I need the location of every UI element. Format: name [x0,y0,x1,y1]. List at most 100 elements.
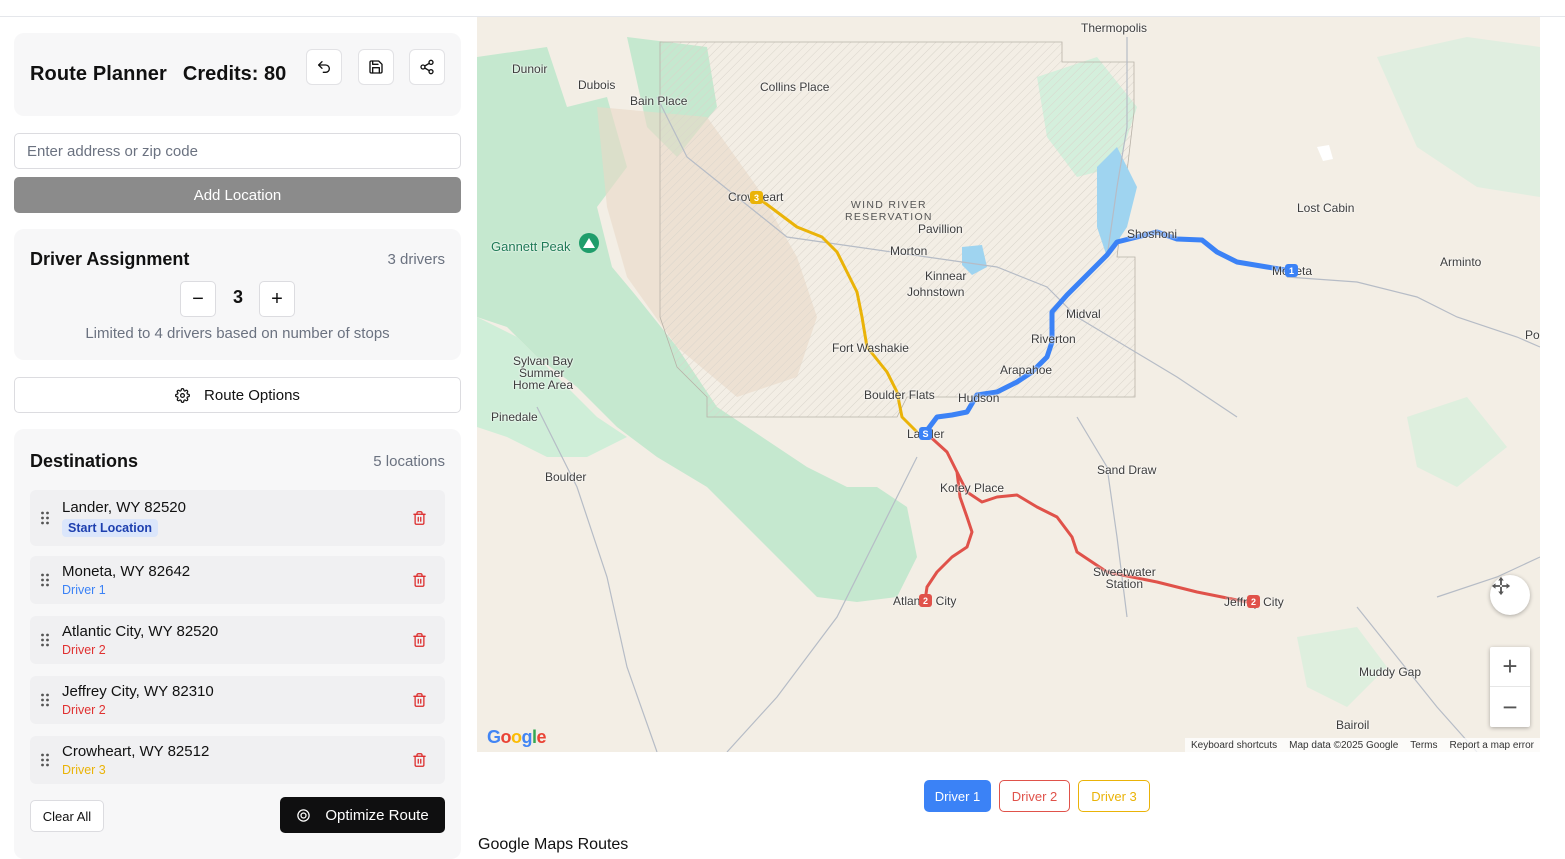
destination-item[interactable]: Moneta, WY 82642 Driver 1 [30,556,445,604]
map-label: Arminto [1440,255,1482,269]
save-button[interactable] [358,49,394,85]
driver1-tab[interactable]: Driver 1 [924,780,991,812]
drag-handle-icon[interactable] [40,510,50,526]
driver-count-text: 3 drivers [387,251,445,268]
map-label: Collins Place [760,80,830,94]
left-panel: Route Planner Credits: 80 Add Location D… [14,33,461,859]
destinations-card: Destinations 5 locations Lander, WY 8252… [14,429,461,859]
trash-icon[interactable] [412,511,427,526]
destination-driver: Driver 1 [62,583,106,597]
share-button[interactable] [409,49,445,85]
driver-count-value: 3 [232,287,243,307]
drag-handle-icon[interactable] [40,752,50,768]
map-label: Pinedale [491,410,538,424]
trash-icon[interactable] [412,693,427,708]
map-label: Fort Washakie [832,341,909,355]
reservation-label-line1: WIND RIVER [850,199,927,211]
destination-item[interactable]: Lander, WY 82520 Start Location [30,490,445,546]
reservation-label: WIND RIVER RESERVATION [845,199,933,223]
destination-item[interactable]: Jeffrey City, WY 82310 Driver 2 [30,676,445,724]
destination-name: Crowheart, WY 82512 [62,743,210,760]
trash-icon[interactable] [412,753,427,768]
destination-driver: Driver 2 [62,703,106,717]
keyboard-shortcuts-link[interactable]: Keyboard shortcuts [1191,740,1277,751]
zoom-in-button[interactable]: + [1490,647,1530,687]
top-bar [0,0,1565,17]
map-label: Kinnear [925,269,967,283]
driver1-stop-marker[interactable]: 1 [1285,264,1298,277]
driver3-tab[interactable]: Driver 3 [1078,780,1150,812]
undo-button[interactable] [306,49,342,85]
destination-driver: Driver 2 [62,643,106,657]
driver2-stop-marker[interactable]: 2 [1247,595,1260,608]
fullscreen-button[interactable] [1490,575,1530,615]
destination-name: Lander, WY 82520 [62,499,186,516]
map-label: Lost Cabin [1297,201,1355,215]
map-label-line: Station [1105,577,1144,591]
map-label: Dunoir [512,62,548,76]
destinations-title: Destinations [30,451,139,471]
terms-link[interactable]: Terms [1410,740,1437,751]
decrement-drivers-button[interactable]: − [180,281,216,317]
driver2-stop-marker[interactable]: 2 [919,594,932,607]
google-logo: Google [487,727,547,747]
map-label: Bain Place [630,94,688,108]
report-error-link[interactable]: Report a map error [1450,740,1534,751]
target-icon [297,808,311,822]
map-label: Po [1525,328,1540,342]
map-label: Thermopolis [1081,21,1148,35]
map-label: Arapahoe [1000,363,1053,377]
driver2-tab[interactable]: Driver 2 [999,780,1070,812]
map-label: Johnstown [907,285,965,299]
start-marker[interactable]: S [919,427,932,440]
destination-driver: Driver 3 [62,763,106,777]
zoom-out-button[interactable]: − [1490,687,1530,727]
route-map[interactable]: Thermopolis Dunoir Dubois Bain Place Col… [477,17,1540,752]
optimize-route-label: Optimize Route [325,806,429,824]
drag-handle-icon[interactable] [40,692,50,708]
driver3-stop-marker[interactable]: 3 [750,191,763,204]
map-label-sylvan: Sylvan Bay Summer Home Area [513,355,573,391]
trash-icon[interactable] [412,573,427,588]
map-label: Morton [890,244,928,258]
zoom-controls: + − [1490,647,1530,727]
destination-name: Atlantic City, WY 82520 [62,623,219,640]
map-label: Dubois [578,78,616,92]
increment-drivers-button[interactable]: + [259,281,295,317]
address-input[interactable] [14,133,461,169]
header-card: Route Planner Credits: 80 [14,33,461,116]
map-attribution: Keyboard shortcuts Map data ©2025 Google… [1184,738,1540,752]
map-label: Kotey Place [940,481,1005,495]
destinations-count: 5 locations [373,453,445,470]
map-base [477,17,1540,752]
gear-icon [175,387,190,403]
start-location-badge: Start Location [62,519,159,537]
page-title: Route Planner [30,63,167,85]
trash-icon[interactable] [412,633,427,648]
destination-item[interactable]: Crowheart, WY 82512 Driver 3 [30,736,445,784]
map-label: Shoshoni [1127,227,1178,241]
map-label: Midval [1066,307,1101,321]
drag-handle-icon[interactable] [40,572,50,588]
share-icon [420,59,434,75]
destination-name: Moneta, WY 82642 [62,563,191,580]
map-data-text: Map data ©2025 Google [1289,739,1399,751]
add-location-button[interactable]: Add Location [14,177,461,213]
map-label: Hudson [958,391,1000,405]
driver-assignment-card: Driver Assignment 3 drivers − 3 + Limite… [14,229,461,360]
map-label: Boulder Flats [864,388,935,402]
map-label-sweetwater: Sweetwater Station [1093,566,1156,590]
drag-handle-icon[interactable] [40,632,50,648]
google-maps-routes-heading: Google Maps Routes [478,836,629,853]
credits-display: Credits: 80 [182,63,287,85]
map-label: Pavillion [918,222,963,236]
destination-item[interactable]: Atlantic City, WY 82520 Driver 2 [30,616,445,664]
destination-name: Jeffrey City, WY 82310 [62,683,214,700]
route-options-button[interactable]: Route Options [14,377,461,413]
map-label: Sand Draw [1097,463,1157,477]
map-label: Bairoil [1336,718,1370,732]
map-label: Boulder [545,470,587,484]
save-icon [369,60,383,74]
clear-all-button[interactable]: Clear All [30,800,104,832]
optimize-route-button[interactable]: Optimize Route [280,797,445,833]
